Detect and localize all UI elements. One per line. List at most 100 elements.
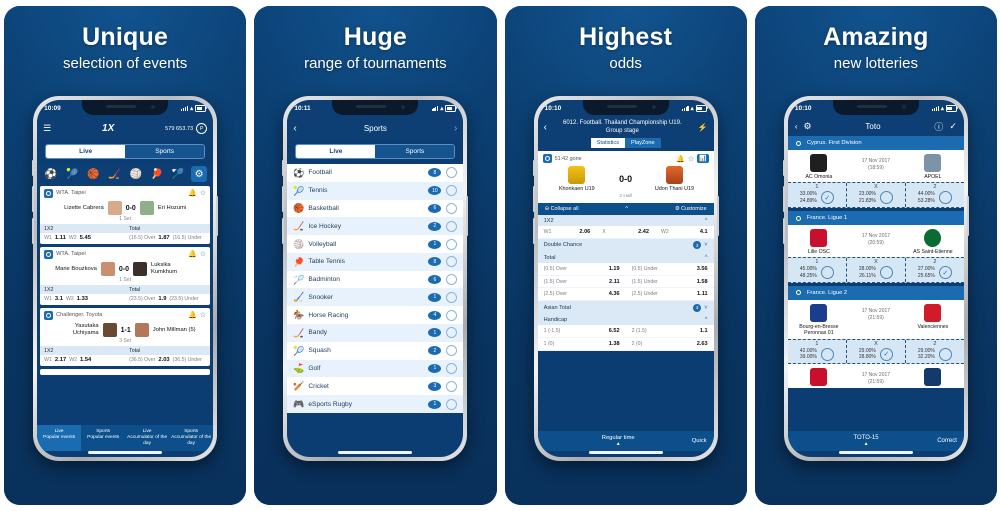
pick-radio[interactable]: ✓ — [820, 191, 834, 205]
sport-radio[interactable] — [446, 202, 458, 214]
match-tabs[interactable]: Statistics PlayZone — [544, 138, 708, 148]
live-sports-segment[interactable]: Live Sports — [295, 144, 456, 159]
table-tennis-icon[interactable]: 🏓 — [149, 166, 165, 182]
market-header[interactable]: Double Chance 3 ˅ — [537, 238, 714, 252]
list-item[interactable]: 🏓 Table Tennis 8 — [287, 252, 464, 271]
pick-column[interactable]: 2 27.00% 25.65% ✓ — [906, 258, 964, 282]
sport-radio[interactable] — [446, 345, 458, 357]
sport-radio[interactable] — [446, 398, 458, 410]
bell-icon[interactable]: 🔔 — [676, 155, 685, 163]
list-item[interactable]: 🏐 Volleyball 1 — [287, 235, 464, 253]
market-header[interactable]: Total ^ — [537, 251, 714, 264]
football-icon[interactable]: ⚽ — [43, 166, 59, 182]
market-header[interactable]: Asian Total 3 ˅ — [537, 300, 714, 315]
pick-radio[interactable] — [879, 266, 893, 280]
settings-icon[interactable]: ⚙ — [191, 166, 208, 182]
tab-sports-accumulator[interactable]: Sports Accumulator of the day — [169, 425, 213, 451]
ice-hockey-icon[interactable]: 🏒 — [107, 166, 123, 182]
sport-radio[interactable] — [446, 362, 458, 374]
odd-cell[interactable]: W2 4.1 — [655, 229, 714, 235]
list-item[interactable]: 🏒 Bandy 1 — [287, 324, 464, 342]
sport-radio[interactable] — [446, 291, 458, 303]
list-item[interactable]: 🏒 Ice Hockey 2 — [287, 217, 464, 236]
event-card[interactable]: Challenger. Toyota 🔔 ☆ Yasutaka Uchiyama… — [40, 308, 211, 366]
tab-playzone[interactable]: PlayZone — [625, 138, 661, 148]
pick-column[interactable]: 1 45.00% 48.25% — [788, 258, 847, 282]
menu-icon[interactable]: ☰ — [43, 123, 51, 134]
star-icon[interactable]: ☆ — [200, 189, 206, 197]
sport-radio[interactable] — [446, 220, 458, 232]
odd-cell[interactable]: (1.5) Over 2.11 — [538, 279, 626, 285]
odd-cell[interactable]: W1 3.1 W2 1.33 — [40, 296, 125, 302]
chevron-down-icon[interactable]: ˅ — [704, 243, 708, 249]
odd-cell[interactable]: W1 1.11 W2 5.45 — [40, 235, 125, 241]
list-item[interactable]: 🎾 Squash 2 — [287, 341, 464, 360]
odd-cell[interactable]: (16.5) Over 1.87 (16.5) Under — [125, 235, 210, 241]
live-sports-segment[interactable]: Live Sports — [45, 144, 206, 159]
caret-up-icon[interactable]: ▲ — [545, 441, 692, 447]
star-icon[interactable]: ☆ — [200, 311, 206, 319]
stats-icon[interactable]: 📊 — [697, 154, 709, 163]
pick-column[interactable]: X 28.00% 26.11% — [847, 258, 906, 282]
tab-live-accumulator[interactable]: Live Accumulator of the day — [125, 425, 169, 451]
list-item[interactable]: ⛳ Golf 1 — [287, 359, 464, 378]
odd-cell[interactable]: (0.5) Under 3.56 — [626, 266, 714, 272]
bell-icon[interactable]: 🔔 — [188, 189, 197, 197]
odd-cell[interactable]: X 2.42 — [596, 229, 655, 235]
pick-radio[interactable]: ✓ — [938, 266, 952, 280]
event-card[interactable]: WTA. Taipei 🔔 ☆ Marie Bouzkova 0-0 Luksi… — [40, 247, 211, 305]
tab-live-popular[interactable]: Live Popular events — [37, 425, 82, 451]
star-icon[interactable]: ☆ — [688, 155, 694, 163]
list-item[interactable]: 🎾 Tennis 10 — [287, 181, 464, 200]
list-item[interactable]: 🏇 Horse Racing 4 — [287, 306, 464, 325]
bell-icon[interactable]: 🔔 — [188, 250, 197, 258]
info-icon[interactable]: ⓘ — [934, 120, 943, 133]
segment-live[interactable]: Live — [296, 145, 376, 158]
chevron-left-icon[interactable]: ‹ — [795, 122, 798, 131]
odd-cell[interactable]: 1 (-1.5) 6.52 — [538, 328, 626, 334]
odd-cell[interactable]: (23.5) Over 1.9 (23.5) Under — [125, 296, 210, 302]
chevron-up-icon[interactable]: ^ — [625, 206, 628, 212]
odd-cell[interactable]: (2.5) Over 4.36 — [538, 291, 626, 297]
chevron-up-icon[interactable]: ^ — [705, 218, 708, 224]
segment-sports[interactable]: Sports — [375, 145, 455, 158]
balance-display[interactable]: 579 653.73 P — [165, 123, 208, 134]
sport-radio[interactable] — [446, 256, 458, 268]
basketball-icon[interactable]: 🏀 — [85, 166, 101, 182]
quick-bet-label[interactable]: Quick — [692, 438, 707, 444]
tab-statistics[interactable]: Statistics — [590, 138, 625, 148]
pick-radio[interactable] — [820, 347, 834, 361]
sport-radio[interactable] — [446, 327, 458, 339]
market-header[interactable]: Handicap ^ — [537, 314, 714, 326]
market-header[interactable]: 1X2 ^ — [537, 215, 714, 227]
odd-cell[interactable]: 2 (0) 2.63 — [626, 341, 714, 347]
correct-label[interactable]: Correct — [937, 438, 957, 444]
sport-radio[interactable] — [446, 238, 458, 250]
bell-icon[interactable]: 🔔 — [188, 311, 197, 319]
caret-up-icon[interactable]: ▲ — [795, 441, 937, 447]
odd-cell[interactable]: (0.5) Over 1.19 — [538, 266, 626, 272]
odd-cell[interactable]: (2.5) Under 1.11 — [626, 291, 714, 297]
pick-column[interactable]: 2 29.00% 32.20% — [906, 340, 964, 364]
odd-cell[interactable]: 2 (1.5) 1.1 — [626, 328, 714, 334]
odd-cell[interactable]: (1.5) Under 1.58 — [626, 279, 714, 285]
pick-column[interactable]: 1 33.00% 24.89% ✓ — [788, 183, 847, 207]
chevron-up-icon[interactable]: ^ — [705, 317, 708, 323]
tab-sports-popular[interactable]: Sports Popular events — [81, 425, 125, 451]
sport-radio[interactable] — [446, 380, 458, 392]
badminton-icon[interactable]: 🏸 — [170, 166, 186, 182]
chevron-up-icon[interactable]: ^ — [705, 255, 708, 261]
segment-sports[interactable]: Sports — [125, 145, 205, 158]
list-item[interactable]: 🎮 eSports Rugby 1 — [287, 395, 464, 413]
sport-radio[interactable] — [446, 167, 458, 179]
pick-column[interactable]: 1 42.00% 39.00% — [788, 339, 847, 363]
star-icon[interactable]: ☆ — [200, 250, 206, 258]
gear-icon[interactable]: ⚙ — [804, 121, 812, 132]
segment-live[interactable]: Live — [46, 145, 126, 158]
customize-button[interactable]: ⚙ Customize — [675, 206, 707, 212]
pick-radio[interactable] — [879, 191, 893, 205]
list-item[interactable]: 🏑 Snooker 1 — [287, 288, 464, 307]
list-item[interactable]: ⚽ Football 8 — [287, 164, 464, 182]
list-item[interactable]: 🏀 Basketball 6 — [287, 199, 464, 218]
odd-cell[interactable]: W1 2.06 — [538, 229, 597, 235]
